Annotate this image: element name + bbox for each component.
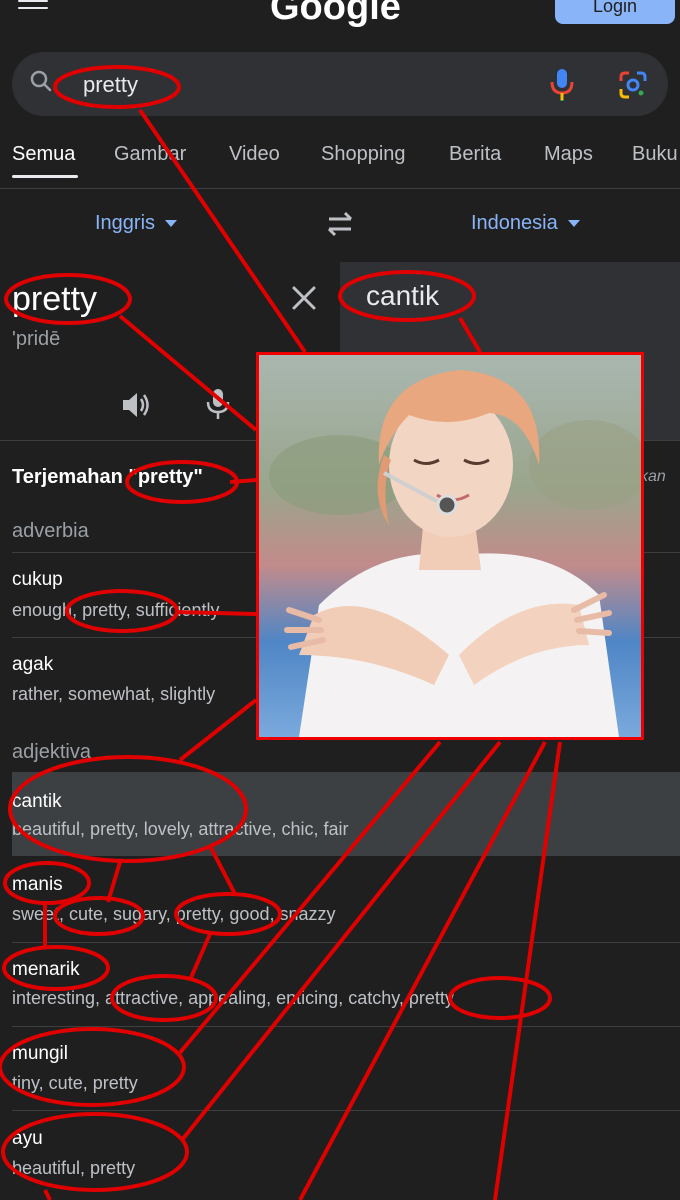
swap-languages-icon[interactable]	[323, 210, 357, 238]
dict-word-cukup[interactable]: cukup	[12, 569, 63, 591]
tab-video[interactable]: Video	[229, 143, 280, 166]
search-input[interactable]: pretty	[83, 72, 138, 98]
dict-word-agak[interactable]: agak	[12, 654, 53, 676]
target-language-label: Indonesia	[471, 212, 558, 234]
hamburger-menu-icon[interactable]	[18, 0, 48, 14]
target-language-select[interactable]: Indonesia	[471, 212, 580, 235]
tab-buku[interactable]: Buku	[632, 143, 678, 166]
mic-icon[interactable]	[548, 68, 576, 102]
dict-synonyms-manis: sweet, cute, sugary, pretty, good, snazz…	[12, 904, 336, 924]
source-language-select[interactable]: Inggris	[95, 212, 178, 235]
source-language-label: Inggris	[95, 212, 156, 234]
dict-word-manis[interactable]: manis	[12, 874, 63, 896]
part-of-speech-adverbia: adverbia	[12, 520, 89, 542]
voice-input-icon[interactable]	[205, 388, 231, 420]
chevron-down-icon	[567, 220, 580, 228]
source-phonetic: 'pridē	[12, 328, 61, 350]
dict-synonyms-ayu: beautiful, pretty	[12, 1158, 136, 1178]
dict-synonyms-mungil: tiny, cute, pretty	[12, 1073, 138, 1093]
dictionary-heading-prefix: Terjemahan	[12, 466, 123, 488]
highlighted-row[interactable]	[12, 772, 680, 856]
tabs-divider	[0, 188, 680, 189]
search-icon[interactable]	[30, 70, 52, 92]
login-button[interactable]: Login	[555, 0, 675, 24]
dictionary-heading-term: "pretty"	[128, 466, 203, 488]
dict-synonyms-cantik: beautiful, pretty, lovely, attractive, c…	[12, 819, 349, 839]
tab-semua[interactable]: Semua	[12, 143, 75, 166]
row-divider	[12, 942, 680, 943]
translated-text: cantik	[366, 280, 440, 311]
dict-word-mungil[interactable]: mungil	[12, 1043, 68, 1065]
row-divider	[12, 1110, 680, 1111]
part-of-speech-adjektiva: adjektiva	[12, 741, 91, 763]
tab-active-indicator	[12, 175, 78, 178]
google-logo[interactable]: Google	[270, 0, 401, 29]
inset-photo	[256, 352, 644, 740]
speaker-icon[interactable]	[120, 390, 152, 420]
chevron-down-icon	[165, 220, 178, 228]
dict-synonyms-cukup: enough, pretty, sufficiently	[12, 600, 220, 620]
dict-word-ayu[interactable]: ayu	[12, 1128, 43, 1150]
dict-word-menarik[interactable]: menarik	[12, 959, 80, 981]
tab-shopping[interactable]: Shopping	[321, 143, 406, 166]
google-lens-icon[interactable]	[618, 70, 648, 100]
tab-berita[interactable]: Berita	[449, 143, 501, 166]
source-text[interactable]: pretty	[12, 280, 97, 319]
row-divider	[12, 1026, 680, 1027]
tab-gambar[interactable]: Gambar	[114, 143, 186, 166]
dict-synonyms-menarik: interesting, attractive, appealing, enti…	[12, 988, 454, 1008]
tab-maps[interactable]: Maps	[544, 143, 593, 166]
dict-word-cantik[interactable]: cantik	[12, 791, 62, 813]
dictionary-heading: Terjemahan "pretty"	[12, 466, 203, 489]
dict-synonyms-agak: rather, somewhat, slightly	[12, 684, 216, 704]
close-icon[interactable]	[290, 284, 318, 312]
